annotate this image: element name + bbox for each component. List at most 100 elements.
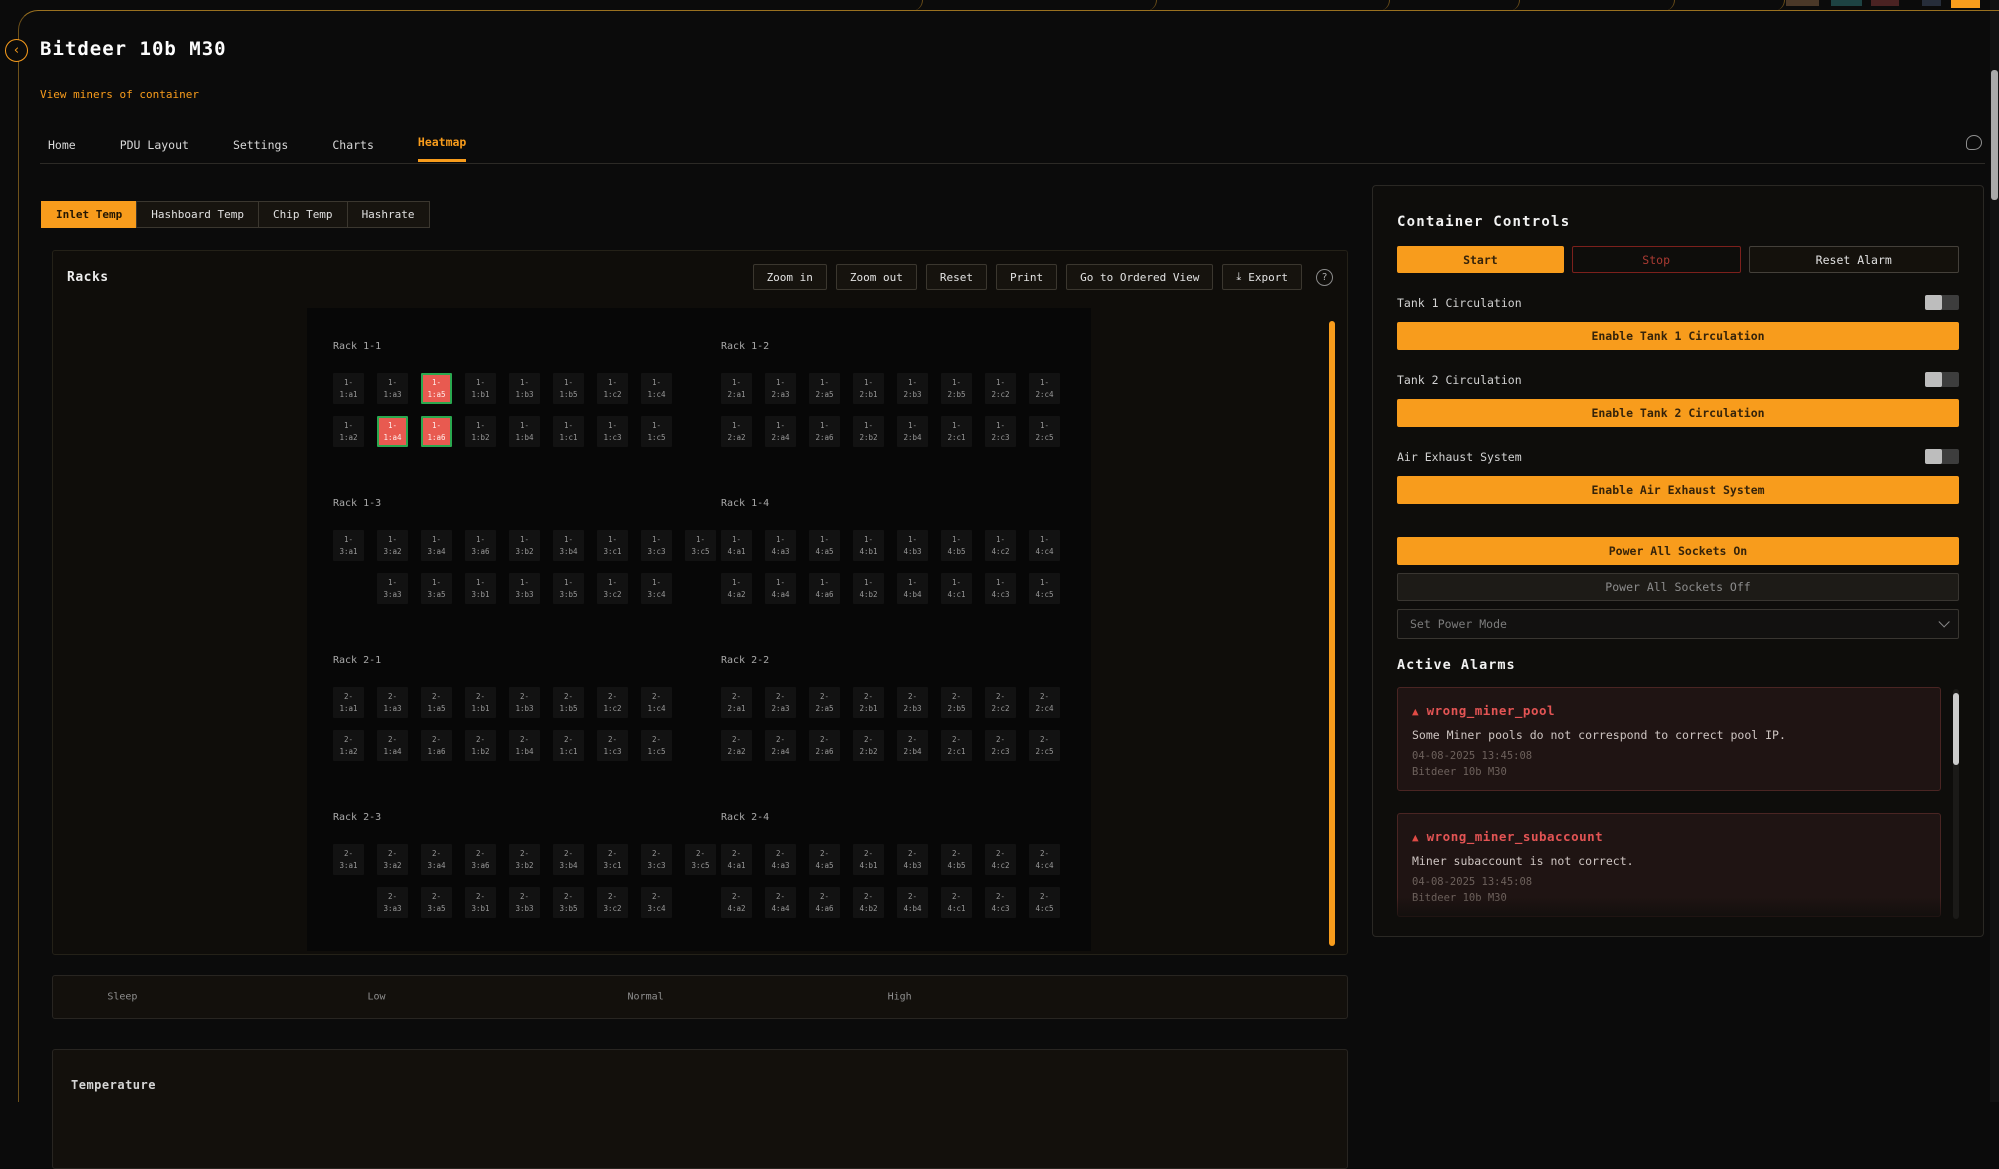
- metric-tab-chip-temp[interactable]: Chip Temp: [258, 201, 348, 228]
- miner-cell-2-4:c5[interactable]: 2-4:c5: [1029, 887, 1060, 918]
- miner-cell-1-1:b1[interactable]: 1-1:b1: [465, 373, 496, 404]
- miner-cell-2-1:a2[interactable]: 2-1:a2: [333, 730, 364, 761]
- miner-cell-1-2:b4[interactable]: 1-2:b4: [897, 416, 928, 447]
- metric-tab-hashboard-temp[interactable]: Hashboard Temp: [136, 201, 259, 228]
- zoom-out-button[interactable]: Zoom out: [836, 264, 917, 290]
- tab-pdu-layout[interactable]: PDU Layout: [120, 138, 189, 162]
- miner-cell-1-3:a6[interactable]: 1-3:a6: [465, 530, 496, 561]
- miner-cell-1-4:c4[interactable]: 1-4:c4: [1029, 530, 1060, 561]
- miner-cell-1-4:a2[interactable]: 1-4:a2: [721, 573, 752, 604]
- miner-cell-2-3:b1[interactable]: 2-3:b1: [465, 887, 496, 918]
- racks-scrollbar[interactable]: [1329, 321, 1335, 946]
- miner-cell-2-1:c5[interactable]: 2-1:c5: [641, 730, 672, 761]
- miner-cell-2-2:b3[interactable]: 2-2:b3: [897, 687, 928, 718]
- miner-cell-2-1:c4[interactable]: 2-1:c4: [641, 687, 672, 718]
- set-power-mode-select[interactable]: Set Power Mode: [1397, 609, 1959, 639]
- miner-cell-1-3:a2[interactable]: 1-3:a2: [377, 530, 408, 561]
- miner-cell-1-1:b3[interactable]: 1-1:b3: [509, 373, 540, 404]
- miner-cell-1-1:c5[interactable]: 1-1:c5: [641, 416, 672, 447]
- miner-cell-1-1:c2[interactable]: 1-1:c2: [597, 373, 628, 404]
- miner-cell-2-3:b3[interactable]: 2-3:b3: [509, 887, 540, 918]
- miner-cell-1-1:b5[interactable]: 1-1:b5: [553, 373, 584, 404]
- metric-tab-hashrate[interactable]: Hashrate: [347, 201, 430, 228]
- miner-cell-2-3:b4[interactable]: 2-3:b4: [553, 844, 584, 875]
- miner-cell-2-1:a4[interactable]: 2-1:a4: [377, 730, 408, 761]
- enable-tank-2-circulation-button[interactable]: Enable Tank 2 Circulation: [1397, 399, 1959, 427]
- metric-tab-inlet-temp[interactable]: Inlet Temp: [41, 201, 137, 228]
- miner-cell-2-2:b5[interactable]: 2-2:b5: [941, 687, 972, 718]
- miner-cell-2-1:a1[interactable]: 2-1:a1: [333, 687, 364, 718]
- miner-cell-1-4:c1[interactable]: 1-4:c1: [941, 573, 972, 604]
- miner-cell-1-1:c3[interactable]: 1-1:c3: [597, 416, 628, 447]
- miner-cell-2-2:a5[interactable]: 2-2:a5: [809, 687, 840, 718]
- tank-2-circulation-toggle[interactable]: [1925, 372, 1959, 387]
- miner-cell-1-4:a1[interactable]: 1-4:a1: [721, 530, 752, 561]
- miner-cell-1-4:b3[interactable]: 1-4:b3: [897, 530, 928, 561]
- miner-cell-1-3:c2[interactable]: 1-3:c2: [597, 573, 628, 604]
- miner-cell-1-3:a4[interactable]: 1-3:a4: [421, 530, 452, 561]
- miner-cell-2-2:c2[interactable]: 2-2:c2: [985, 687, 1016, 718]
- miner-cell-1-4:a4[interactable]: 1-4:a4: [765, 573, 796, 604]
- miner-cell-1-2:c5[interactable]: 1-2:c5: [1029, 416, 1060, 447]
- miner-cell-2-1:b1[interactable]: 2-1:b1: [465, 687, 496, 718]
- miner-cell-2-1:b4[interactable]: 2-1:b4: [509, 730, 540, 761]
- start-button[interactable]: Start: [1397, 246, 1564, 273]
- miner-cell-1-4:b5[interactable]: 1-4:b5: [941, 530, 972, 561]
- miner-cell-1-2:a6[interactable]: 1-2:a6: [809, 416, 840, 447]
- miner-cell-2-2:a3[interactable]: 2-2:a3: [765, 687, 796, 718]
- miner-cell-2-3:c1[interactable]: 2-3:c1: [597, 844, 628, 875]
- miner-cell-2-1:c2[interactable]: 2-1:c2: [597, 687, 628, 718]
- miner-cell-1-2:a1[interactable]: 1-2:a1: [721, 373, 752, 404]
- miner-cell-2-3:b5[interactable]: 2-3:b5: [553, 887, 584, 918]
- miner-cell-2-2:a2[interactable]: 2-2:a2: [721, 730, 752, 761]
- miner-cell-2-2:a6[interactable]: 2-2:a6: [809, 730, 840, 761]
- miner-cell-2-4:a3[interactable]: 2-4:a3: [765, 844, 796, 875]
- miner-cell-1-1:c1[interactable]: 1-1:c1: [553, 416, 584, 447]
- miner-cell-2-3:c5[interactable]: 2-3:c5: [685, 844, 716, 875]
- miner-cell-2-4:b3[interactable]: 2-4:b3: [897, 844, 928, 875]
- miner-cell-2-3:a3[interactable]: 2-3:a3: [377, 887, 408, 918]
- power-all-sockets-off-button[interactable]: Power All Sockets Off: [1397, 573, 1959, 601]
- help-icon[interactable]: ?: [1316, 269, 1333, 286]
- miner-cell-2-3:c4[interactable]: 2-3:c4: [641, 887, 672, 918]
- miner-cell-1-1:a5[interactable]: 1-1:a5: [421, 373, 452, 404]
- miner-cell-1-3:a3[interactable]: 1-3:a3: [377, 573, 408, 604]
- zoom-in-button[interactable]: Zoom in: [753, 264, 827, 290]
- enable-air-exhaust-system-button[interactable]: Enable Air Exhaust System: [1397, 476, 1959, 504]
- miner-cell-2-2:c5[interactable]: 2-2:c5: [1029, 730, 1060, 761]
- miner-cell-1-4:b1[interactable]: 1-4:b1: [853, 530, 884, 561]
- miner-cell-2-4:a1[interactable]: 2-4:a1: [721, 844, 752, 875]
- miner-cell-1-1:a1[interactable]: 1-1:a1: [333, 373, 364, 404]
- miner-cell-2-1:a3[interactable]: 2-1:a3: [377, 687, 408, 718]
- miner-cell-2-4:a5[interactable]: 2-4:a5: [809, 844, 840, 875]
- page-scrollbar-thumb[interactable]: [1991, 70, 1998, 200]
- miner-cell-1-1:a6[interactable]: 1-1:a6: [421, 416, 452, 447]
- reset-alarm-button[interactable]: Reset Alarm: [1749, 246, 1959, 273]
- miner-cell-2-3:a4[interactable]: 2-3:a4: [421, 844, 452, 875]
- miner-cell-2-2:c4[interactable]: 2-2:c4: [1029, 687, 1060, 718]
- miner-cell-2-4:c1[interactable]: 2-4:c1: [941, 887, 972, 918]
- miner-cell-2-4:c3[interactable]: 2-4:c3: [985, 887, 1016, 918]
- miner-cell-2-4:b2[interactable]: 2-4:b2: [853, 887, 884, 918]
- miner-cell-1-2:c4[interactable]: 1-2:c4: [1029, 373, 1060, 404]
- miner-cell-1-2:b2[interactable]: 1-2:b2: [853, 416, 884, 447]
- tab-settings[interactable]: Settings: [233, 138, 288, 162]
- stop-button[interactable]: Stop: [1572, 246, 1741, 273]
- miner-cell-2-1:b5[interactable]: 2-1:b5: [553, 687, 584, 718]
- miner-cell-1-3:b2[interactable]: 1-3:b2: [509, 530, 540, 561]
- miner-cell-2-2:b1[interactable]: 2-2:b1: [853, 687, 884, 718]
- miner-cell-1-3:c4[interactable]: 1-3:c4: [641, 573, 672, 604]
- miner-cell-2-4:c2[interactable]: 2-4:c2: [985, 844, 1016, 875]
- export-button[interactable]: ⤓ Export: [1222, 264, 1302, 290]
- miner-cell-1-3:c1[interactable]: 1-3:c1: [597, 530, 628, 561]
- miner-cell-1-3:b5[interactable]: 1-3:b5: [553, 573, 584, 604]
- miner-cell-1-3:b1[interactable]: 1-3:b1: [465, 573, 496, 604]
- miner-cell-1-3:b3[interactable]: 1-3:b3: [509, 573, 540, 604]
- miner-cell-2-2:b2[interactable]: 2-2:b2: [853, 730, 884, 761]
- miner-cell-1-1:b2[interactable]: 1-1:b2: [465, 416, 496, 447]
- miner-cell-1-2:b3[interactable]: 1-2:b3: [897, 373, 928, 404]
- miner-cell-1-1:b4[interactable]: 1-1:b4: [509, 416, 540, 447]
- miner-cell-1-2:c2[interactable]: 1-2:c2: [985, 373, 1016, 404]
- miner-cell-1-4:c5[interactable]: 1-4:c5: [1029, 573, 1060, 604]
- miner-cell-1-4:a3[interactable]: 1-4:a3: [765, 530, 796, 561]
